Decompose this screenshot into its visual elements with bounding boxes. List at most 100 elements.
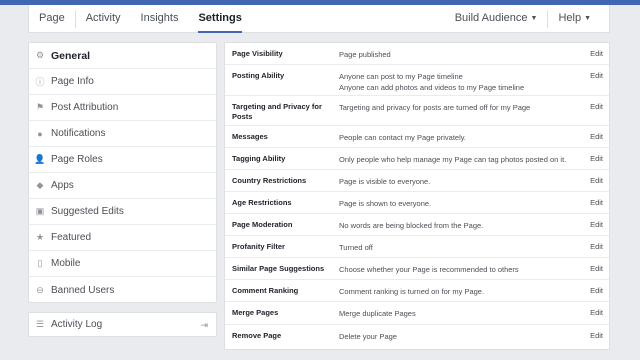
chevron-down-icon: ▼ xyxy=(530,15,538,22)
sidebar-item-page-roles[interactable]: 👤 Page Roles xyxy=(29,147,216,173)
edit-link[interactable]: Edit xyxy=(590,331,603,340)
sidebar-item-banned-users[interactable]: ⊖ Banned Users xyxy=(29,277,216,303)
setting-value-line: Anyone can add photos and videos to my P… xyxy=(339,83,525,92)
cube-icon: ◆ xyxy=(36,180,44,190)
edit-link[interactable]: Edit xyxy=(590,264,603,273)
help-label: Help xyxy=(558,12,582,24)
setting-value-line: People can contact my Page privately. xyxy=(339,133,467,142)
setting-value-line: No words are being blocked from the Page… xyxy=(339,221,484,230)
sidebar-item-label: Notifications xyxy=(51,128,106,139)
setting-value-line: Page is visible to everyone. xyxy=(339,177,431,186)
activity-log-label: Activity Log xyxy=(51,319,103,330)
settings-row-page-visibility: Page Visibility Page published Edit xyxy=(225,43,609,65)
settings-sidebar: ⚙ General ⓘ Page Info ⚑ Post Attribution… xyxy=(28,42,217,303)
page-nav-tabs: Page Activity Insights Settings xyxy=(29,5,252,33)
sidebar-item-label: Mobile xyxy=(51,258,81,269)
sidebar-item-label: Page Roles xyxy=(51,154,103,165)
chevron-down-icon: ▼ xyxy=(584,15,591,22)
edit-link[interactable]: Edit xyxy=(590,198,603,207)
activity-log-link[interactable]: ☰ Activity Log ⇥ xyxy=(28,312,217,337)
setting-value-line: Turned off xyxy=(339,243,373,252)
sidebar-item-mobile[interactable]: ▯ Mobile xyxy=(29,251,216,277)
edit-link[interactable]: Edit xyxy=(590,176,603,185)
help-button[interactable]: Help ▼ xyxy=(548,5,601,33)
edit-link[interactable]: Edit xyxy=(590,102,603,111)
setting-value-line: Choose whether your Page is recommended … xyxy=(339,265,519,274)
setting-value: Targeting and privacy for posts are turn… xyxy=(339,102,579,113)
setting-name: Similar Page Suggestions xyxy=(232,264,325,273)
info-icon: ⓘ xyxy=(35,77,45,87)
setting-value: No words are being blocked from the Page… xyxy=(339,220,579,231)
sidebar-item-featured[interactable]: ★ Featured xyxy=(29,225,216,251)
setting-value-line: Anyone can post to my Page timeline xyxy=(339,72,463,81)
setting-value: Delete your Page xyxy=(339,331,579,342)
sidebar-item-label: Banned Users xyxy=(51,284,115,296)
edit-link[interactable]: Edit xyxy=(590,154,603,163)
setting-name: Remove Page xyxy=(232,331,282,340)
sidebar-item-label: Post Attribution xyxy=(51,102,119,113)
star-icon: ★ xyxy=(35,232,45,242)
setting-name: Page Visibility xyxy=(232,49,283,58)
edit-link[interactable]: Edit xyxy=(590,286,603,295)
setting-value: Page is visible to everyone. xyxy=(339,176,579,187)
settings-row-similar-page-suggestions: Similar Page Suggestions Choose whether … xyxy=(225,258,609,280)
edit-link[interactable]: Edit xyxy=(590,308,603,317)
setting-value: Choose whether your Page is recommended … xyxy=(339,264,579,275)
setting-value: People can contact my Page privately. xyxy=(339,132,579,143)
setting-value-line: Page is shown to everyone. xyxy=(339,199,432,208)
settings-row-posting-ability: Posting Ability Anyone can post to my Pa… xyxy=(225,65,609,96)
settings-row-tagging-ability: Tagging Ability Only people who help man… xyxy=(225,148,609,170)
page-nav-actions: Build Audience ▼ Help ▼ xyxy=(445,5,601,33)
sidebar-item-post-attribution[interactable]: ⚑ Post Attribution xyxy=(29,95,216,121)
setting-name: Targeting and Privacy for Posts xyxy=(232,102,322,121)
setting-value-line: Comment ranking is turned on for my Page… xyxy=(339,287,485,296)
setting-name: Tagging Ability xyxy=(232,154,286,163)
sidebar-item-label: General xyxy=(51,49,91,62)
sidebar-item-page-info[interactable]: ⓘ Page Info xyxy=(29,69,216,95)
setting-value-line: Page published xyxy=(339,50,391,59)
setting-value: Anyone can post to my Page timeline Anyo… xyxy=(339,71,579,93)
settings-row-messages: Messages People can contact my Page priv… xyxy=(225,126,609,148)
setting-name: Posting Ability xyxy=(232,71,285,80)
setting-name: Age Restrictions xyxy=(232,198,292,207)
edit-link[interactable]: Edit xyxy=(590,49,603,58)
settings-row-profanity-filter: Profanity Filter Turned off Edit xyxy=(225,236,609,258)
sidebar-item-apps[interactable]: ◆ Apps xyxy=(29,173,216,199)
settings-table: Page Visibility Page published Edit Post… xyxy=(224,42,610,350)
mobile-icon: ▯ xyxy=(37,258,43,268)
sidebar-item-notifications[interactable]: ● Notifications xyxy=(29,121,216,147)
sidebar-item-label: Page Info xyxy=(51,76,94,87)
tab-insights[interactable]: Insights xyxy=(131,5,189,33)
setting-value: Page is shown to everyone. xyxy=(339,198,579,209)
tab-page[interactable]: Page xyxy=(29,5,75,33)
edit-box-icon: ▣ xyxy=(35,206,45,216)
flag-icon: ⚑ xyxy=(35,102,45,112)
settings-row-comment-ranking: Comment Ranking Comment ranking is turne… xyxy=(225,280,609,302)
sidebar-item-suggested-edits[interactable]: ▣ Suggested Edits xyxy=(29,199,216,225)
build-audience-button[interactable]: Build Audience ▼ xyxy=(445,5,548,33)
tab-settings[interactable]: Settings xyxy=(188,5,251,33)
setting-value: Page published xyxy=(339,49,579,60)
open-icon: ⇥ xyxy=(200,320,208,330)
setting-value-line: Merge duplicate Pages xyxy=(339,309,416,318)
setting-value: Only people who help manage my Page can … xyxy=(339,154,579,165)
setting-value: Merge duplicate Pages xyxy=(339,308,579,319)
list-icon: ☰ xyxy=(35,319,45,329)
setting-value-line: Only people who help manage my Page can … xyxy=(339,155,567,164)
sidebar-item-label: Featured xyxy=(51,232,92,243)
setting-value-line: Targeting and privacy for posts are turn… xyxy=(339,103,531,112)
edit-link[interactable]: Edit xyxy=(590,220,603,229)
sidebar-item-general[interactable]: ⚙ General xyxy=(29,43,216,69)
setting-name: Messages xyxy=(232,132,268,141)
setting-value: Comment ranking is turned on for my Page… xyxy=(339,286,579,297)
tab-activity[interactable]: Activity xyxy=(76,5,131,33)
setting-name: Country Restrictions xyxy=(232,176,307,185)
settings-row-page-moderation: Page Moderation No words are being block… xyxy=(225,214,609,236)
build-audience-label: Build Audience xyxy=(454,12,528,24)
edit-link[interactable]: Edit xyxy=(590,71,603,80)
setting-name: Profanity Filter xyxy=(232,242,285,251)
edit-link[interactable]: Edit xyxy=(590,242,603,251)
edit-link[interactable]: Edit xyxy=(590,132,603,141)
ban-icon: ⊖ xyxy=(36,284,44,295)
globe-icon: ● xyxy=(37,128,43,139)
